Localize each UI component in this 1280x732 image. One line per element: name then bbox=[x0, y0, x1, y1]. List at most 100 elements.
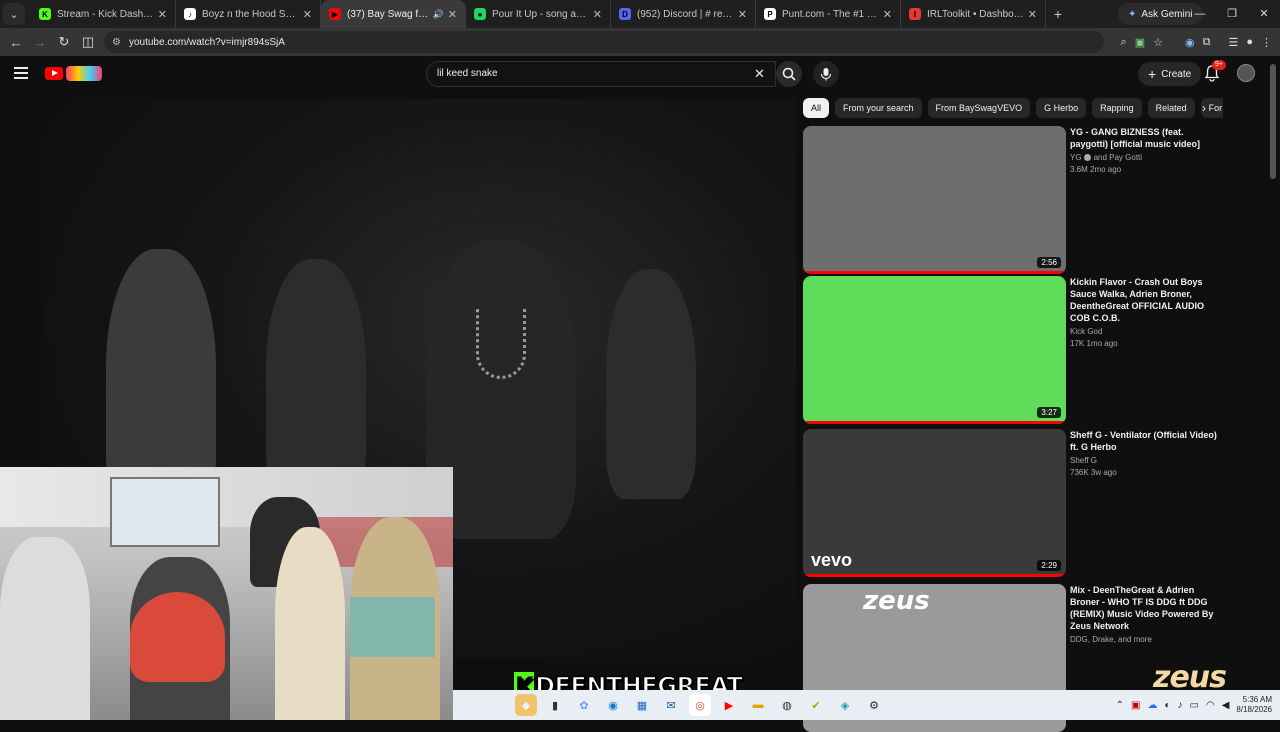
clear-search-icon[interactable]: ✕ bbox=[754, 66, 765, 82]
youtube-doodle[interactable] bbox=[66, 66, 102, 81]
tray-cloud-icon[interactable]: ☁ bbox=[1147, 700, 1157, 711]
new-tab-button[interactable]: + bbox=[1046, 6, 1070, 22]
channel-line: Kick God bbox=[1070, 327, 1220, 336]
taskbar-file-explorer-icon[interactable]: ▬ bbox=[747, 694, 769, 716]
video-duration: 2:29 bbox=[1037, 560, 1061, 571]
zoom-icon[interactable]: ⌕ bbox=[1121, 36, 1127, 49]
watch-progress-bar bbox=[803, 574, 1066, 577]
back-icon[interactable]: ← bbox=[4, 35, 28, 50]
browser-tab[interactable]: ♪ Boyz n the Hood Saxophon ✕ bbox=[176, 0, 321, 28]
taskbar-chrome-icon[interactable]: ◎ bbox=[689, 694, 711, 716]
tray-app-icon[interactable]: ▣ bbox=[1131, 700, 1140, 711]
browser-tab[interactable]: I IRLToolkit • Dashboard Log ✕ bbox=[901, 0, 1046, 28]
filter-chip[interactable]: Related bbox=[1147, 98, 1195, 118]
taskbar-obs-icon[interactable]: ◍ bbox=[776, 694, 798, 716]
video-meta: Kickin Flavor - Crash Out Boys Sauce Wal… bbox=[1070, 276, 1220, 348]
browser-tab[interactable]: D (952) Discord | # reacti ✕ bbox=[611, 0, 756, 28]
channel-line: Sheff G bbox=[1070, 456, 1220, 465]
create-label: Create bbox=[1161, 68, 1192, 80]
filter-chip[interactable]: From your search bbox=[835, 98, 922, 118]
search-icon bbox=[782, 67, 796, 81]
filter-chip[interactable]: All bbox=[803, 98, 830, 118]
video-thumbnail[interactable]: 2:56 bbox=[803, 126, 1066, 274]
video-meta: Mix - DeenTheGreat & Adrien Broner - WHO… bbox=[1070, 584, 1220, 644]
tray-volume-icon[interactable]: ◀ bbox=[1222, 700, 1230, 711]
guide-menu-icon[interactable] bbox=[14, 67, 28, 79]
site-info-icon[interactable]: ⚙ bbox=[112, 37, 121, 48]
webcam-window bbox=[110, 477, 220, 547]
tab-close-icon[interactable]: ✕ bbox=[1028, 8, 1037, 21]
page-scrollbar[interactable] bbox=[1270, 64, 1276, 179]
channel-name[interactable]: Sheff G bbox=[1070, 456, 1097, 465]
youtube-logo-icon[interactable] bbox=[45, 67, 63, 80]
restore-icon[interactable]: ❐ bbox=[1216, 0, 1248, 28]
tab-close-icon[interactable]: ✕ bbox=[738, 8, 747, 21]
browser-tab[interactable]: ● Pour It Up - song and lyrics ✕ bbox=[466, 0, 611, 28]
account-avatar[interactable] bbox=[1237, 64, 1255, 82]
taskbar-steam-icon[interactable]: ⚙ bbox=[863, 694, 885, 716]
filter-chip[interactable]: G Herbo bbox=[1036, 98, 1087, 118]
create-button[interactable]: + Create bbox=[1138, 62, 1202, 86]
extension-badge-icon[interactable]: ◉ bbox=[1185, 36, 1195, 49]
extension-active-icon[interactable]: ▣ bbox=[1135, 36, 1145, 49]
taskbar-outlook-icon[interactable]: ✉ bbox=[660, 694, 682, 716]
channel-name[interactable]: Kick God bbox=[1070, 327, 1102, 336]
video-title[interactable]: Mix - DeenTheGreat & Adrien Broner - WHO… bbox=[1070, 584, 1220, 632]
search-button[interactable] bbox=[776, 61, 802, 87]
voice-search-button[interactable] bbox=[813, 61, 839, 87]
watch-progress-bar bbox=[803, 271, 1066, 274]
browser-tab[interactable]: P Punt.com - The #1 Free to P ✕ bbox=[756, 0, 901, 28]
taskbar-youtube-icon[interactable]: ▶ bbox=[718, 694, 740, 716]
video-thumbnail[interactable]: vevo 2:29 bbox=[803, 429, 1066, 577]
extensions-puzzle-icon[interactable]: ⧉ bbox=[1203, 36, 1211, 49]
taskbar-copilot-icon[interactable]: ✿ bbox=[573, 694, 595, 716]
filter-chip[interactable]: Rapping bbox=[1092, 98, 1142, 118]
taskbar-app-icon[interactable]: ◆ bbox=[515, 694, 537, 716]
filter-chip[interactable]: From BaySwagVEVO bbox=[927, 98, 1031, 118]
tray-chevron-up-icon[interactable]: ⌃ bbox=[1116, 700, 1124, 711]
tray-app-icon[interactable]: ◐ bbox=[1164, 700, 1170, 711]
taskbar-clock[interactable]: 5:36 AM 8/18/2026 bbox=[1236, 695, 1272, 715]
taskbar-terminal-icon[interactable]: ▮ bbox=[544, 694, 566, 716]
search-input[interactable]: lil keed snake bbox=[426, 61, 776, 87]
video-figure bbox=[606, 269, 696, 499]
video-thumbnail[interactable]: 3:27 bbox=[803, 276, 1066, 424]
taskbar-norton-icon[interactable]: ✔ bbox=[805, 694, 827, 716]
tab-close-icon[interactable]: ✕ bbox=[448, 8, 457, 21]
profile-icon[interactable]: ● bbox=[1246, 36, 1253, 48]
menu-kebab-icon[interactable]: ⋮ bbox=[1261, 36, 1272, 49]
channel-name[interactable]: DDG, Drake, and more bbox=[1070, 635, 1152, 644]
tab-close-icon[interactable]: ✕ bbox=[158, 8, 167, 21]
chevron-right-icon[interactable]: › bbox=[1202, 101, 1206, 115]
channel-name[interactable]: YG bbox=[1070, 153, 1082, 162]
browser-tab[interactable]: K Stream - Kick Dashboard ✕ bbox=[31, 0, 176, 28]
filter-chip-bar: All From your search From BaySwagVEVO G Her… bbox=[803, 98, 1223, 118]
tray-mic-icon[interactable]: ♪ bbox=[1178, 700, 1183, 711]
taskbar-app-icon[interactable]: ◈ bbox=[834, 694, 856, 716]
address-bar[interactable]: ⚙ youtube.com/watch?v=imjr894sSjA bbox=[104, 31, 1104, 53]
tab-close-icon[interactable]: ✕ bbox=[593, 8, 602, 21]
tray-wifi-icon[interactable]: ◠ bbox=[1206, 700, 1215, 711]
minimize-icon[interactable]: — bbox=[1184, 0, 1216, 28]
tab-audio-icon[interactable]: 🔊 bbox=[433, 9, 444, 20]
video-title[interactable]: YG - GANG BIZNESS (feat. paygotti) [offi… bbox=[1070, 126, 1220, 150]
video-title[interactable]: Kickin Flavor - Crash Out Boys Sauce Wal… bbox=[1070, 276, 1220, 324]
channel-extra[interactable]: and Pay Gotti bbox=[1094, 153, 1142, 162]
close-window-icon[interactable]: ✕ bbox=[1248, 0, 1280, 28]
tab-groups-icon[interactable]: ☰ bbox=[1228, 36, 1238, 49]
clock-time: 5:36 AM bbox=[1242, 695, 1272, 704]
tab-close-icon[interactable]: ✕ bbox=[303, 8, 312, 21]
tab-close-icon[interactable]: ✕ bbox=[883, 8, 892, 21]
video-title[interactable]: Sheff G - Ventilator (Official Video) ft… bbox=[1070, 429, 1220, 453]
forward-icon[interactable]: → bbox=[28, 35, 52, 50]
sidebar-toggle-icon[interactable]: ◫ bbox=[76, 34, 100, 50]
tray-display-icon[interactable]: ▭ bbox=[1190, 700, 1199, 711]
browser-tab[interactable]: ▶ (37) Bay Swag feat. G H 🔊 ✕ bbox=[321, 0, 466, 28]
thumbnail-logo: zeus bbox=[863, 586, 930, 616]
taskbar-edge-icon[interactable]: ◉ bbox=[602, 694, 624, 716]
bookmark-star-icon[interactable]: ☆ bbox=[1153, 36, 1163, 49]
tab-favicon-icon: D bbox=[619, 8, 631, 20]
reload-icon[interactable]: ↻ bbox=[52, 34, 76, 50]
tab-search-button[interactable]: ⌄ bbox=[3, 3, 25, 25]
taskbar-store-icon[interactable]: ▦ bbox=[631, 694, 653, 716]
